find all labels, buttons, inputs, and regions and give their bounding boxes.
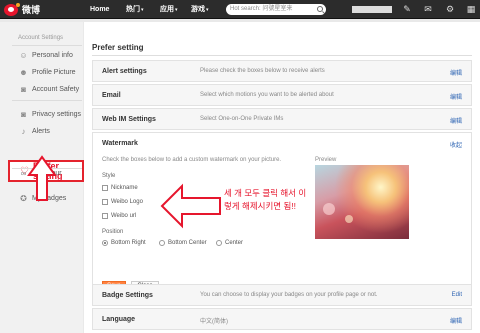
watermark-description: Check the boxes below to add a custom wa… <box>102 157 282 163</box>
grid-icon[interactable]: ▦ <box>466 4 476 14</box>
sidebar-item-personal-info[interactable]: ☺ Personal info <box>19 50 73 61</box>
sidebar-item-account-safety[interactable]: ◙ Account Safety <box>19 84 79 95</box>
position-label: Position <box>102 229 124 235</box>
radio-label: Center <box>225 240 244 246</box>
weibo-url-checkbox[interactable]: Weibo url <box>102 213 136 219</box>
collapse-link[interactable]: 收起 <box>450 140 462 149</box>
chevron-down-icon: ▾ <box>141 7 144 13</box>
row-description: 中文(简体) <box>200 319 228 325</box>
lock-icon: ◙ <box>21 110 26 119</box>
nav-home-label: Home <box>90 6 110 13</box>
chevron-down-icon: ▾ <box>175 7 178 13</box>
page-title: Prefer setting <box>92 43 144 52</box>
divider <box>12 45 82 46</box>
sidebar-item-profile-picture[interactable]: ☻ Profile Picture <box>19 67 76 78</box>
nav-games-label: 游戏 <box>191 6 205 13</box>
edit-link[interactable]: 编辑 <box>450 316 462 325</box>
checkbox-label: Weibo url <box>111 213 137 219</box>
watermark-panel: Watermark 收起 Check the boxes below to ad… <box>92 132 472 299</box>
annotation-line: 렇게 해제시키면 됨!! <box>224 201 297 211</box>
weibo-eye-icon <box>4 2 20 16</box>
username-redacted[interactable] <box>352 6 392 13</box>
search-icon[interactable] <box>317 6 323 12</box>
sidebar-section-title: Account Settings <box>18 35 64 41</box>
row-label: Alert settings <box>102 68 147 75</box>
row-label: Language <box>102 316 136 323</box>
preview-label: Preview <box>315 157 337 163</box>
weibo-logo-checkbox[interactable]: Weibo Logo <box>102 199 143 205</box>
person-icon: ☺ <box>19 51 28 60</box>
settings-row-language: Language 中文(简体) 编辑 <box>92 308 472 330</box>
chevron-down-icon: ▾ <box>206 7 209 13</box>
top-navbar: 微博 Home 热门▾ 应用▾ 游戏▾ Hot search: 问號星室来 ✎ … <box>0 0 480 19</box>
edit-link[interactable]: 编辑 <box>450 92 462 101</box>
radio-dot[interactable] <box>159 240 165 246</box>
row-description: Please check the boxes below to receive … <box>200 68 325 74</box>
bottom-center-radio[interactable]: Bottom Center <box>159 240 207 246</box>
radio-dot[interactable] <box>216 240 222 246</box>
search-placeholder: Hot search: 问號星室来 <box>230 6 293 12</box>
main-panel: Prefer setting Alert settings Please che… <box>84 22 480 333</box>
row-label: Web IM Settings <box>102 116 156 123</box>
search-input[interactable]: Hot search: 问號星室来 <box>226 4 326 15</box>
settings-row-email: Email Select which motions you want to b… <box>92 84 472 106</box>
nav-apps[interactable]: 应用▾ <box>160 0 178 19</box>
checkbox-box[interactable] <box>102 199 108 205</box>
compose-icon[interactable]: ✎ <box>402 4 412 14</box>
weibo-logo[interactable]: 微博 <box>4 2 48 17</box>
checkbox-label: Weibo Logo <box>111 199 143 205</box>
row-description: Select One-on-One Private IMs <box>200 116 284 122</box>
annotation-note: 세 개 모두 클릭 해서 이 렇게 해제시키면 됨!! <box>224 187 324 213</box>
nickname-checkbox[interactable]: Nickname <box>102 185 138 191</box>
divider <box>12 100 82 101</box>
nav-hot-label: 热门 <box>126 6 140 13</box>
row-label: Badge Settings <box>102 292 153 299</box>
preview-image <box>315 165 409 239</box>
settings-row-alerts: Alert settings Please check the boxes be… <box>92 60 472 82</box>
sidebar-item-label: Privacy settings <box>32 111 82 118</box>
edit-link[interactable]: 编辑 <box>450 116 462 125</box>
sidebar-item-label: Alerts <box>32 128 50 135</box>
nav-apps-label: 应用 <box>160 6 174 13</box>
nav-hot[interactable]: 热门▾ <box>126 0 144 19</box>
sidebar-item-label: Account Safety <box>32 86 80 93</box>
checkbox-label: Nickname <box>111 185 138 191</box>
row-description: You can choose to display your badges on… <box>200 292 378 298</box>
edit-link[interactable]: Edit <box>452 292 462 298</box>
settings-row-web-im: Web IM Settings Select One-on-One Privat… <box>92 108 472 130</box>
radio-label: Bottom Center <box>168 240 207 246</box>
mail-icon[interactable]: ✉ <box>423 4 433 14</box>
picture-icon: ☻ <box>19 68 28 77</box>
row-description: Select which motions you want to be aler… <box>200 92 334 98</box>
sidebar-item-label: Profile Picture <box>32 69 76 76</box>
gear-icon[interactable]: ⚙ <box>445 4 455 14</box>
divider <box>92 55 472 56</box>
edit-link[interactable]: 编辑 <box>450 68 462 77</box>
checkbox-box[interactable] <box>102 213 108 219</box>
checkbox-box[interactable] <box>102 185 108 191</box>
nav-home[interactable]: Home <box>90 0 109 19</box>
watermark-title: Watermark <box>102 140 138 147</box>
annotation-arrow-up <box>27 155 57 201</box>
lock-icon: ◙ <box>21 85 26 94</box>
radio-label: Bottom Right <box>111 240 146 246</box>
annotation-arrow-left <box>160 183 221 229</box>
nav-games[interactable]: 游戏▾ <box>191 0 209 19</box>
sidebar-item-privacy-settings[interactable]: ◙ Privacy settings <box>19 109 81 120</box>
bell-icon: ♪ <box>21 127 26 136</box>
row-label: Email <box>102 92 121 99</box>
center-radio[interactable]: Center <box>216 240 243 246</box>
style-label: Style <box>102 173 116 179</box>
sidebar-item-alerts[interactable]: ♪ Alerts <box>19 126 50 137</box>
annotation-line: 세 개 모두 클릭 해서 이 <box>224 188 307 198</box>
logo-text: 微博 <box>22 5 41 15</box>
sidebar-item-label: Personal info <box>32 52 73 59</box>
bottom-right-radio[interactable]: Bottom Right <box>102 240 146 246</box>
settings-row-badges: Badge Settings You can choose to display… <box>92 284 472 306</box>
radio-dot[interactable] <box>102 240 108 246</box>
